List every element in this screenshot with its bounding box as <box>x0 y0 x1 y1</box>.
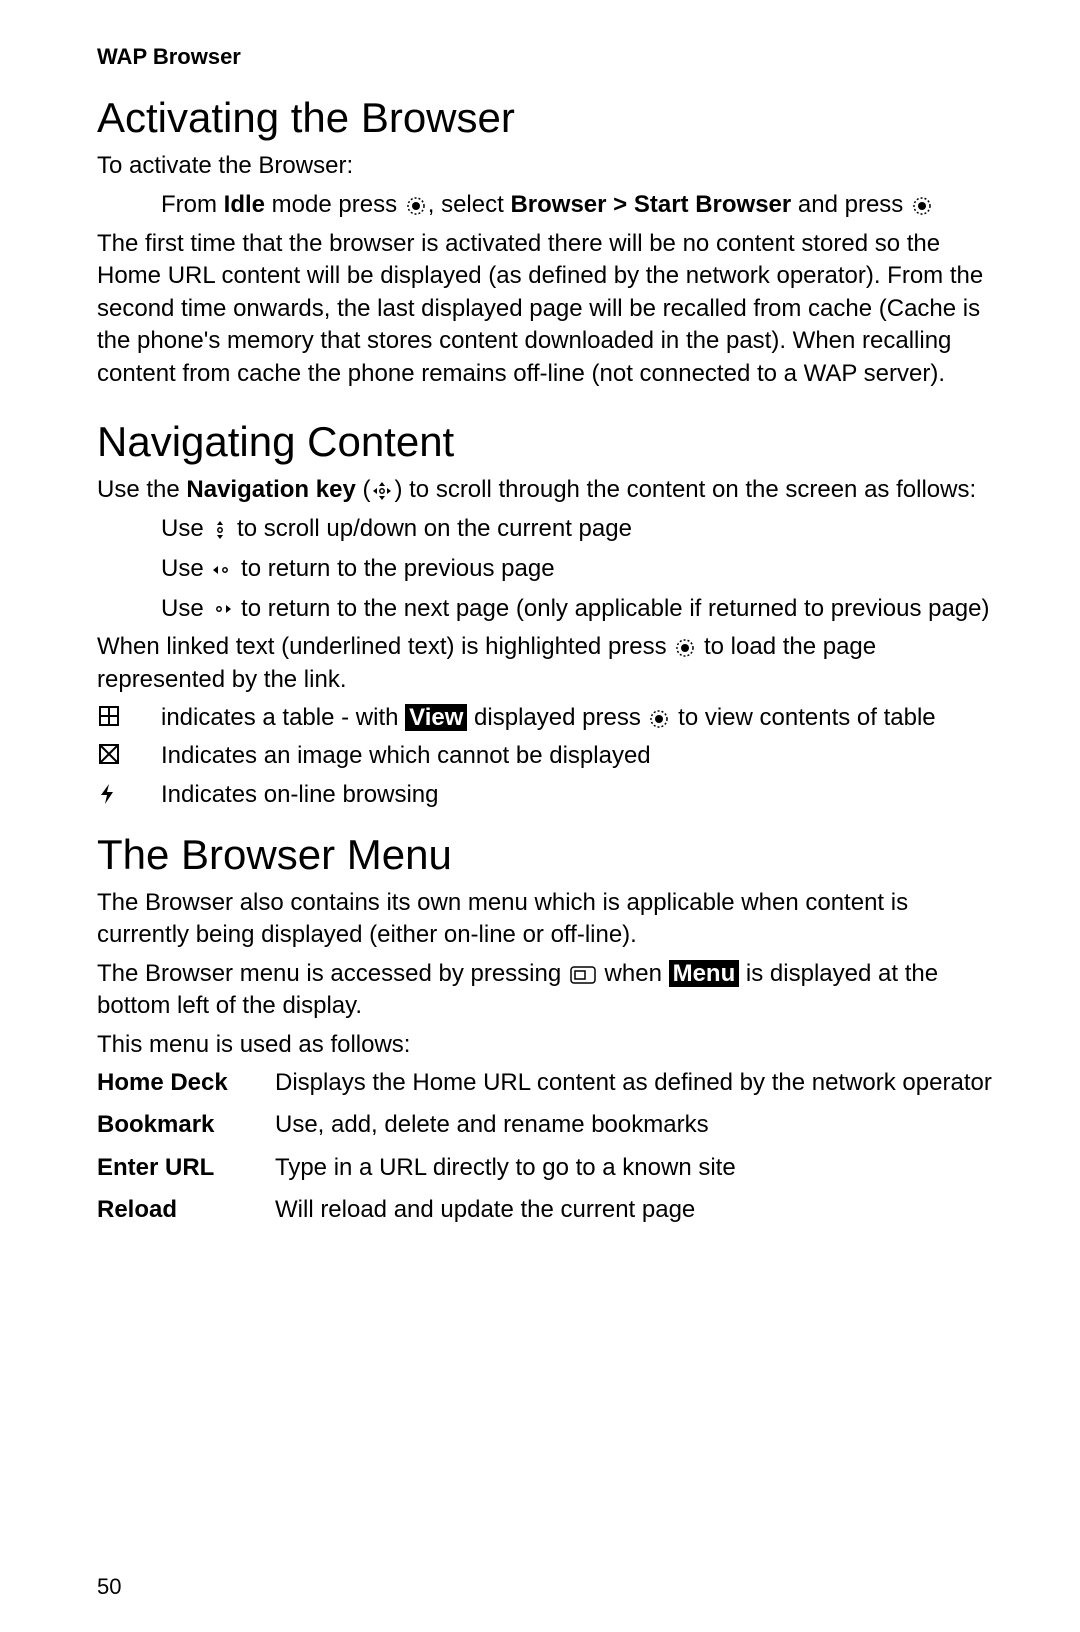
row-online: Indicates on-line browsing <box>97 779 1002 811</box>
nav-right-icon <box>212 602 232 616</box>
table-row: ReloadWill reload and update the current… <box>97 1194 992 1236</box>
txt: When linked text (underlined text) is hi… <box>97 633 673 660</box>
activate-step: From Idle mode press , select Browser > … <box>97 188 1002 222</box>
heading-activating: Activating the Browser <box>97 94 1002 142</box>
txt: The Browser menu is accessed by pressing <box>97 960 568 987</box>
menu-item-desc: Use, add, delete and rename bookmarks <box>275 1109 992 1151</box>
menu-p3: This menu is used as follows: <box>97 1029 1002 1061</box>
nav-updown-icon <box>212 520 228 540</box>
heading-menu: The Browser Menu <box>97 831 1002 879</box>
view-label: View <box>405 704 467 731</box>
txt: and press <box>791 191 910 218</box>
table-icon <box>99 706 119 726</box>
menu-item-label: Bookmark <box>97 1109 275 1151</box>
nav-intro: Use the Navigation key ( ) to scroll thro… <box>97 474 1002 506</box>
page-header: WAP Browser <box>97 44 1002 70</box>
txt: Use the <box>97 476 186 503</box>
txt: Use <box>161 595 210 622</box>
nav-left-icon <box>212 563 232 577</box>
txt: Use <box>161 515 210 542</box>
select-key-icon <box>649 709 669 729</box>
txt: mode press <box>265 191 404 218</box>
no-image-icon <box>99 744 119 764</box>
row-table: indicates a table - with View displayed … <box>97 702 1002 734</box>
txt: Indicates on-line browsing <box>161 779 1002 811</box>
menu-item-desc: Displays the Home URL content as defined… <box>275 1067 992 1109</box>
nav-link-para: When linked text (underlined text) is hi… <box>97 631 1002 696</box>
txt: to view contents of table <box>671 704 935 731</box>
activate-body: The first time that the browser is activ… <box>97 228 1002 390</box>
txt: ( <box>356 476 371 503</box>
txt: ) to scroll through the content on the s… <box>394 476 976 503</box>
menu-label: Menu <box>669 960 740 987</box>
txt: Use <box>161 555 210 582</box>
txt: when <box>598 960 669 987</box>
navkey-label: Navigation key <box>186 476 355 503</box>
txt: displayed press <box>467 704 647 731</box>
menu-p1: The Browser also contains its own menu w… <box>97 887 1002 952</box>
table-row: Enter URLType in a URL directly to go to… <box>97 1152 992 1194</box>
txt: indicates a table - with <box>161 704 405 731</box>
menu-item-label: Home Deck <box>97 1067 275 1109</box>
select-key-icon <box>912 196 932 216</box>
txt: to scroll up/down on the current page <box>230 515 632 542</box>
browser-path: Browser > Start Browser <box>510 191 791 218</box>
menu-item-label: Enter URL <box>97 1152 275 1194</box>
activate-intro: To activate the Browser: <box>97 150 1002 182</box>
row-image: Indicates an image which cannot be displ… <box>97 740 1002 772</box>
select-key-icon <box>406 196 426 216</box>
table-row: Home DeckDisplays the Home URL content a… <box>97 1067 992 1109</box>
menu-item-desc: Will reload and update the current page <box>275 1194 992 1236</box>
online-icon <box>99 783 115 805</box>
idle-label: Idle <box>224 191 265 218</box>
menu-item-desc: Type in a URL directly to go to a known … <box>275 1152 992 1194</box>
softkey-icon <box>570 966 596 984</box>
txt: , select <box>428 191 511 218</box>
txt: to return to the next page (only applica… <box>234 595 989 622</box>
heading-navigating: Navigating Content <box>97 418 1002 466</box>
nav-b3: Use to return to the next page (only app… <box>97 592 1002 626</box>
table-row: BookmarkUse, add, delete and rename book… <box>97 1109 992 1151</box>
page: WAP Browser Activating the Browser To ac… <box>0 0 1080 1632</box>
page-number: 50 <box>97 1574 121 1600</box>
txt: Indicates an image which cannot be displ… <box>161 740 1002 772</box>
menu-item-label: Reload <box>97 1194 275 1236</box>
nav-b2: Use to return to the previous page <box>97 552 1002 586</box>
nav-b1: Use to scroll up/down on the current pag… <box>97 512 1002 546</box>
txt: From <box>161 191 224 218</box>
menu-p2: The Browser menu is accessed by pressing… <box>97 958 1002 1023</box>
txt: to return to the previous page <box>234 555 554 582</box>
select-key-icon <box>675 638 695 658</box>
menu-table: Home DeckDisplays the Home URL content a… <box>97 1067 992 1237</box>
nav-4way-icon <box>372 481 392 501</box>
